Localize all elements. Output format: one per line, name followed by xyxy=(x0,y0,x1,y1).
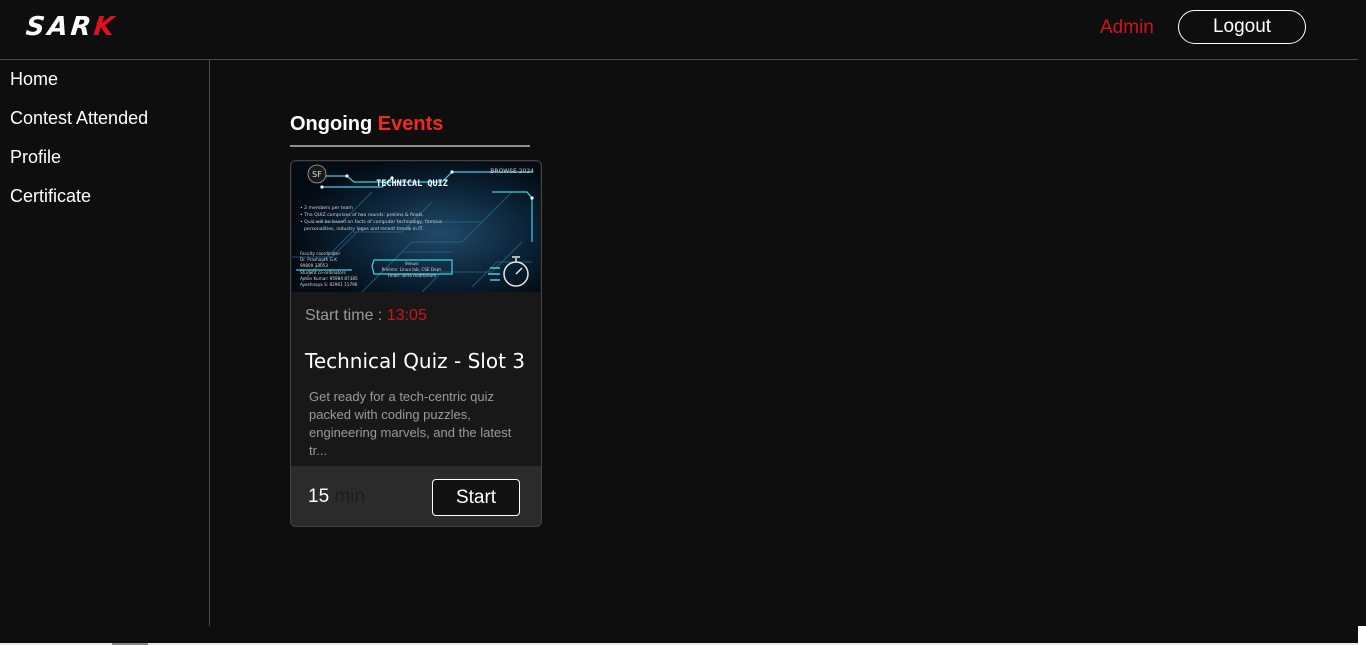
event-description: Get ready for a tech-centric quiz packed… xyxy=(309,389,512,458)
start-time-label: Start time : xyxy=(305,307,383,324)
poster-student-2: Ayeshnaya S: 82961 11796 xyxy=(300,282,358,287)
scrollbar-corner xyxy=(1358,626,1366,645)
svg-text:SF: SF xyxy=(312,170,322,179)
poster-bullet-3: • Quiz will be based on facts of compute… xyxy=(300,219,443,225)
poster-faculty-phone: 99809 33053 xyxy=(300,263,328,268)
start-button[interactable]: Start xyxy=(432,479,520,516)
poster-heading: TECHNICAL QUIZ xyxy=(376,179,448,189)
sidebar-item-profile[interactable]: Profile xyxy=(10,147,61,168)
poster-student-1: Aman Kumar: 95984 87385 xyxy=(300,276,358,281)
section-title-part2: Events xyxy=(377,113,444,135)
sidebar-item-home[interactable]: Home xyxy=(10,69,58,90)
section-title: Ongoing Events xyxy=(290,113,443,136)
sidebar-item-certificate[interactable]: Certificate xyxy=(10,186,91,207)
sidebar: Home Contest Attended Profile Certificat… xyxy=(0,60,210,626)
logo-text-accent: K xyxy=(92,12,119,42)
section-underline xyxy=(290,145,530,147)
start-time-value: 13:05 xyxy=(386,307,427,324)
top-header: SAR K Admin Logout xyxy=(0,0,1358,60)
event-title: Technical Quiz - Slot 3 xyxy=(305,349,526,373)
duration-unit: min xyxy=(334,486,366,507)
poster-venue-1: Prelims: Linux lab, CSE Dept. xyxy=(382,267,443,272)
sark-logo[interactable]: SAR K xyxy=(24,12,118,42)
poster-bullet-2: • The QUIZ comprises of two rounds: prel… xyxy=(300,212,424,218)
poster-banner-tag: BROWSE 2024 xyxy=(490,168,534,175)
logout-button[interactable]: Logout xyxy=(1178,10,1306,44)
event-start-time: Start time : 13:05 xyxy=(305,307,427,325)
event-card-footer: 15 min Start xyxy=(291,466,541,526)
sidebar-item-contest-attended[interactable]: Contest Attended xyxy=(10,108,148,129)
poster-venue-2: Finals: Birla Auditorium xyxy=(388,273,437,278)
poster-faculty-name: Dr. Prashanth G.K xyxy=(300,257,337,262)
poster-bullet-3b: personalities, industry logos and recent… xyxy=(304,226,423,232)
duration-value: 15 xyxy=(308,486,330,507)
event-duration: 15 min xyxy=(308,486,365,508)
user-role-label: Admin xyxy=(1100,17,1154,38)
poster-student-head: Student co-ordinators xyxy=(300,270,346,275)
poster-bullet-1: • 2 members per team xyxy=(300,205,353,211)
section-title-part1: Ongoing xyxy=(290,113,373,135)
event-card[interactable]: SF BROWSE 2024 TECHNICAL QUIZ • 2 member… xyxy=(290,160,542,527)
event-poster-image: SF BROWSE 2024 TECHNICAL QUIZ • 2 member… xyxy=(292,162,540,292)
poster-faculty-head: Faculty coordinator xyxy=(300,251,340,256)
poster-venue-head: Venue: xyxy=(405,261,419,266)
logo-text-main: SAR xyxy=(24,12,96,42)
